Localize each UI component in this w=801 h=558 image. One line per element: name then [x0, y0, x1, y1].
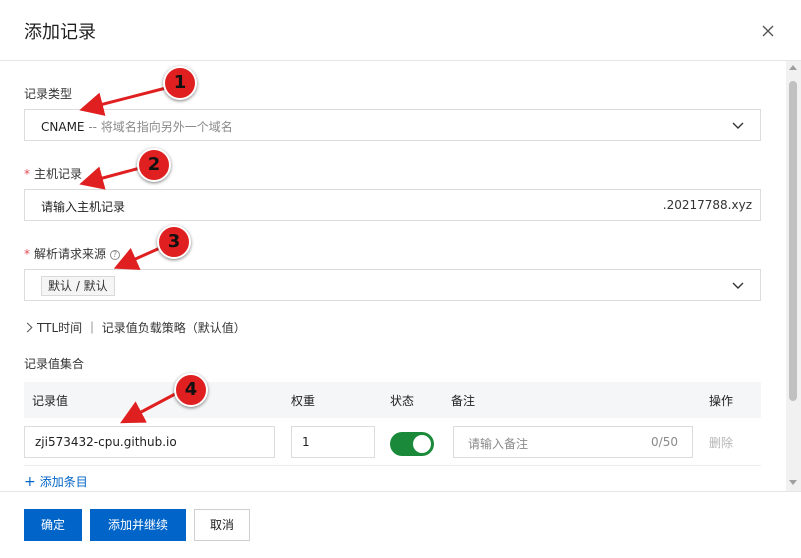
cancel-button[interactable]: 取消 [194, 509, 250, 541]
vertical-scrollbar[interactable] [786, 61, 801, 491]
column-header-value: 记录值 [32, 394, 69, 408]
weight-input[interactable]: 1 [291, 426, 375, 458]
add-record-dialog: 添加记录 记录类型 CNAME -- 将域名指向另外一个域名 * 主机记录 请输入… [0, 0, 801, 558]
confirm-button[interactable]: 确定 [24, 509, 82, 541]
column-header-note: 备注 [451, 394, 476, 408]
record-type-value: CNAME [41, 120, 85, 134]
chevron-down-icon [732, 122, 744, 129]
resolution-source-select[interactable]: 默认 / 默认 [24, 269, 761, 301]
scroll-up-icon[interactable] [789, 65, 797, 70]
help-icon[interactable]: ? [110, 250, 121, 260]
column-header-status: 状态 [390, 394, 415, 408]
table-header: 记录值 权重 状态 备注 操作 [24, 382, 761, 418]
annotation-marker-4: 4 [174, 373, 208, 407]
record-type-label: 记录类型 [24, 87, 73, 101]
record-set-label: 记录值集合 [24, 357, 85, 371]
toggle-knob [413, 435, 431, 453]
ttl-expander-label: TTL时间 ｜ 记录值负载策略（默认值） [37, 321, 246, 335]
add-continue-button[interactable]: 添加并继续 [90, 509, 186, 541]
add-entry-label: 添加条目 [39, 475, 88, 489]
status-toggle[interactable] [390, 432, 434, 456]
chevron-right-icon [22, 322, 33, 333]
add-entry-button[interactable]: + 添加条目 [24, 473, 88, 490]
scroll-thumb[interactable] [789, 81, 797, 401]
close-icon[interactable] [759, 22, 777, 40]
required-mark: * [24, 247, 30, 261]
dialog-title: 添加记录 [24, 22, 96, 43]
note-input[interactable]: 请输入备注 0/50 [453, 426, 693, 458]
chevron-down-icon [732, 282, 744, 289]
dialog-body: 记录类型 CNAME -- 将域名指向另外一个域名 * 主机记录 请输入主机记录 … [0, 61, 786, 491]
resolution-source-tag: 默认 / 默认 [41, 276, 115, 296]
plus-icon: + [24, 474, 36, 490]
host-record-input[interactable]: 请输入主机记录 .20217788.xyz [24, 189, 761, 221]
column-header-action: 操作 [709, 394, 734, 408]
resolution-source-label: * 解析请求来源? [24, 245, 121, 262]
ttl-expander[interactable]: TTL时间 ｜ 记录值负载策略（默认值） [22, 319, 246, 336]
record-type-select[interactable]: CNAME -- 将域名指向另外一个域名 [24, 109, 761, 141]
table-row: zji573432-cpu.github.io 1 请输入备注 0/50 删除 [24, 418, 761, 466]
required-mark: * [24, 167, 30, 181]
note-char-counter: 0/50 [651, 435, 678, 449]
annotation-marker-3: 3 [157, 225, 191, 259]
footer-divider [0, 491, 801, 492]
record-value-input[interactable]: zji573432-cpu.github.io [24, 426, 275, 458]
annotation-marker-2: 2 [137, 148, 171, 182]
record-set-table: 记录值 权重 状态 备注 操作 zji573432-cpu.github.io … [24, 382, 761, 466]
annotation-marker-1: 1 [163, 66, 197, 100]
scroll-down-icon[interactable] [789, 480, 797, 485]
note-placeholder: 请输入备注 [468, 437, 529, 451]
delete-row-button[interactable]: 删除 [709, 434, 733, 451]
domain-suffix: .20217788.xyz [662, 198, 752, 212]
host-record-label: * 主机记录 [24, 167, 83, 181]
record-type-description: -- 将域名指向另外一个域名 [88, 120, 233, 134]
host-record-placeholder: 请输入主机记录 [41, 200, 126, 214]
column-header-weight: 权重 [291, 394, 316, 408]
